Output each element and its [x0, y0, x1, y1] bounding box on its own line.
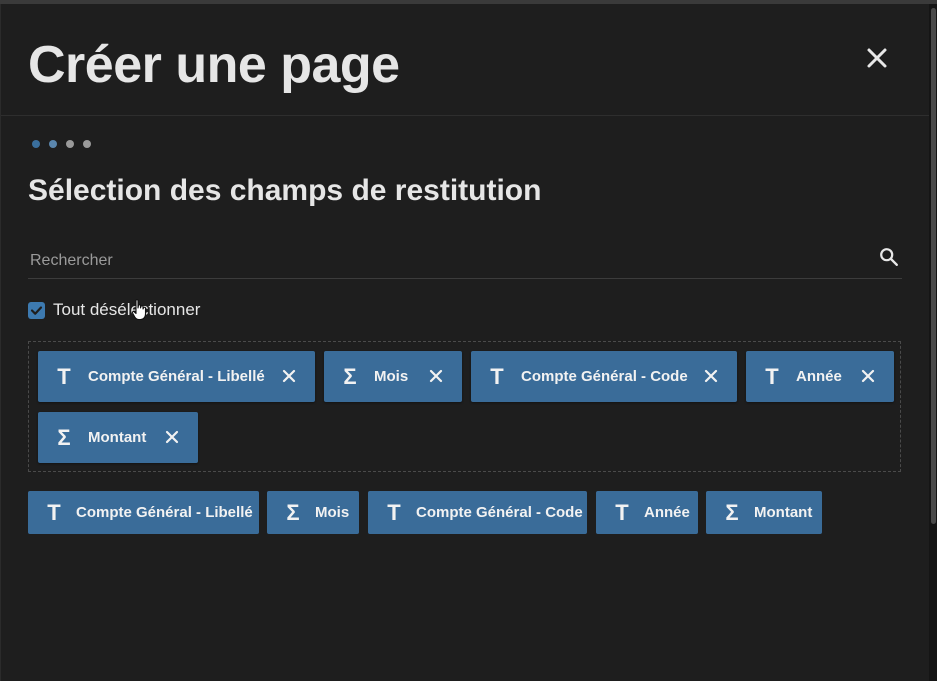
text-type-icon: T	[765, 363, 779, 389]
deselect-all-label: Tout désélectionner	[53, 300, 201, 319]
remove-icon[interactable]	[703, 368, 719, 384]
remove-icon[interactable]	[428, 368, 444, 384]
selected-field-chip[interactable]: Σ Mois	[324, 351, 462, 402]
remove-icon[interactable]	[164, 429, 180, 445]
close-button[interactable]	[859, 40, 895, 76]
search-input[interactable]	[28, 246, 852, 276]
selected-field-chip[interactable]: T Compte Général - Code	[471, 351, 737, 402]
available-field-chip[interactable]: T Année	[596, 491, 698, 534]
step-dot-1	[32, 140, 40, 148]
selected-fields-dropzone[interactable]: T Compte Général - Libellé Σ Mois T Comp…	[28, 341, 901, 472]
sum-type-icon: Σ	[57, 424, 71, 450]
deselect-all-checkbox[interactable]	[28, 301, 45, 319]
text-type-icon: T	[47, 499, 61, 525]
deselect-all-toggle[interactable]: Tout désélectionner	[28, 300, 200, 320]
step-dot-4	[83, 140, 91, 148]
selected-field-chip[interactable]: T Année	[746, 351, 894, 402]
field-label: Montant	[88, 429, 147, 446]
dialog-header: Créer une page	[1, 4, 930, 116]
selected-field-chip[interactable]: T Compte Général - Libellé	[38, 351, 315, 402]
field-label: Montant	[754, 504, 813, 521]
text-type-icon: T	[57, 363, 71, 389]
sum-type-icon: Σ	[725, 499, 739, 525]
scrollbar-thumb[interactable]	[931, 8, 936, 524]
available-field-chip[interactable]: Σ Montant	[706, 491, 822, 534]
field-label: Compte Général - Code	[521, 368, 688, 385]
text-type-icon: T	[490, 363, 504, 389]
step-indicator	[32, 140, 91, 148]
sum-type-icon: Σ	[286, 499, 300, 525]
search-field	[28, 242, 902, 279]
field-label: Année	[644, 504, 690, 521]
text-type-icon: T	[615, 499, 629, 525]
field-label: Année	[796, 368, 842, 385]
text-type-icon: T	[387, 499, 401, 525]
scrollbar[interactable]	[929, 4, 937, 681]
selected-field-chip[interactable]: Σ Montant	[38, 412, 198, 463]
field-label: Compte Général - Libellé	[88, 368, 265, 385]
field-label: Mois	[374, 368, 409, 385]
field-label: Compte Général - Libellé	[76, 504, 253, 521]
remove-icon[interactable]	[281, 368, 297, 384]
field-label: Compte Général - Code	[416, 504, 583, 521]
available-field-chip[interactable]: Σ Mois	[267, 491, 359, 534]
remove-icon[interactable]	[860, 368, 876, 384]
section-title: Sélection des champs de restitution	[28, 174, 542, 207]
hand-pointer-cursor-icon	[131, 299, 147, 321]
search-icon[interactable]	[878, 246, 900, 268]
field-label: Mois	[315, 504, 350, 521]
dialog-title: Créer une page	[28, 36, 400, 94]
checkmark-icon	[30, 305, 43, 315]
sum-type-icon: Σ	[343, 363, 357, 389]
step-dot-3	[66, 140, 74, 148]
available-field-chip[interactable]: T Compte Général - Libellé	[28, 491, 259, 534]
create-page-dialog: Créer une page Sélection des champs de r…	[0, 4, 930, 681]
available-field-chip[interactable]: T Compte Général - Code	[368, 491, 587, 534]
step-dot-2	[49, 140, 57, 148]
close-icon	[867, 48, 887, 68]
